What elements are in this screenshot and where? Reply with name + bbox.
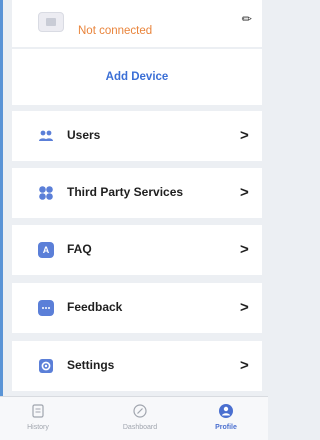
device-status-label: Not connected [78, 25, 153, 37]
faq-icon: A [38, 242, 54, 258]
menu-item-faq[interactable]: A FAQ > [12, 225, 262, 275]
menu-item-label: FAQ [67, 242, 92, 256]
add-device-label: Add Device [105, 71, 169, 83]
history-icon [30, 403, 46, 419]
menu-item-feedback[interactable]: Feedback > [12, 283, 262, 333]
tab-label: History [27, 424, 49, 431]
menu-item-third-party-services[interactable]: Third Party Services > [12, 168, 262, 218]
edge-highlight [0, 0, 3, 440]
chevron-right-icon: > [240, 241, 249, 258]
menu-item-label: Users [67, 128, 101, 142]
tab-history[interactable]: History [8, 403, 68, 431]
chat-icon [38, 300, 54, 316]
chevron-right-icon: > [240, 127, 249, 144]
chevron-right-icon: > [240, 357, 249, 374]
tab-label: Profile [215, 424, 237, 431]
compass-icon [132, 403, 148, 419]
profile-screen: Not connected ✎ Add Device Users > Third… [0, 0, 268, 440]
device-thumbnail-icon [38, 12, 64, 32]
edit-icon[interactable]: ✎ [239, 10, 256, 27]
tab-profile[interactable]: Profile [196, 403, 256, 431]
tab-dashboard[interactable]: Dashboard [110, 403, 170, 431]
menu-item-label: Settings [67, 358, 115, 372]
bottom-tab-bar: History Dashboard Profile [0, 396, 268, 440]
menu-item-label: Third Party Services [67, 185, 184, 199]
gear-icon [38, 358, 54, 374]
tab-label: Dashboard [122, 424, 158, 431]
users-icon [38, 128, 54, 144]
menu-item-users[interactable]: Users > [12, 111, 262, 161]
menu-item-settings[interactable]: Settings > [12, 341, 262, 391]
profile-icon [218, 403, 234, 419]
add-device-button[interactable]: Add Device [12, 49, 262, 105]
grid-icon [38, 185, 54, 201]
device-card[interactable]: Not connected ✎ [12, 0, 262, 47]
chevron-right-icon: > [240, 184, 249, 201]
chevron-right-icon: > [240, 299, 249, 316]
menu-item-label: Feedback [67, 300, 123, 314]
